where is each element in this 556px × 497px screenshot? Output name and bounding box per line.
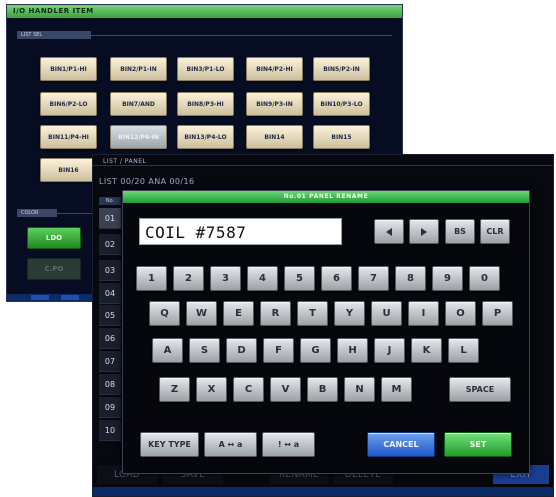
key-a[interactable]: A <box>152 338 183 363</box>
name-entry-field[interactable]: COIL #7587 <box>139 218 342 245</box>
key-w[interactable]: W <box>186 301 217 326</box>
no-column-header: No. <box>99 197 121 205</box>
key-5[interactable]: 5 <box>284 266 315 291</box>
key-h[interactable]: H <box>337 338 368 363</box>
key-d[interactable]: D <box>226 338 257 363</box>
list-row-number[interactable]: 09 <box>99 397 121 418</box>
key-7[interactable]: 7 <box>358 266 389 291</box>
color-label: COLOR <box>17 209 57 217</box>
key-8[interactable]: 8 <box>395 266 426 291</box>
key-k[interactable]: K <box>411 338 442 363</box>
key-u[interactable]: U <box>371 301 402 326</box>
key-4[interactable]: 4 <box>247 266 278 291</box>
list-row-number[interactable]: 01 <box>99 208 121 229</box>
bin14-button[interactable]: BIN14 <box>246 125 303 149</box>
arrow-left-icon <box>386 227 392 236</box>
key-p[interactable]: P <box>482 301 513 326</box>
bin10-button[interactable]: BIN10/P3-LO <box>313 92 370 116</box>
list-row-number[interactable]: 07 <box>99 351 121 372</box>
bin3-button[interactable]: BIN3/P1-LO <box>177 57 234 81</box>
cursor-left-key[interactable] <box>374 219 404 244</box>
key-i[interactable]: I <box>408 301 439 326</box>
bin13-button[interactable]: BIN13/P4-LO <box>177 125 234 149</box>
key-s[interactable]: S <box>189 338 220 363</box>
list-row-number[interactable]: 03 <box>99 260 121 281</box>
key-r[interactable]: R <box>260 301 291 326</box>
list-panel-title: LIST / PANEL <box>103 158 147 165</box>
key-0[interactable]: 0 <box>469 266 500 291</box>
ldo-button[interactable]: LDO <box>27 227 81 249</box>
key-2[interactable]: 2 <box>173 266 204 291</box>
key-6[interactable]: 6 <box>321 266 352 291</box>
bin16-button[interactable]: BIN16 <box>40 158 97 182</box>
key-v[interactable]: V <box>270 377 301 402</box>
case-toggle-button[interactable]: A ↔ a <box>204 432 257 457</box>
bin8-button[interactable]: BIN8/P3-HI <box>177 92 234 116</box>
bin1-button[interactable]: BIN1/P1-HI <box>40 57 97 81</box>
list-header: LIST 00/20 ANA 00/16 <box>99 177 195 186</box>
key-c[interactable]: C <box>233 377 264 402</box>
cursor-right-key[interactable] <box>409 219 439 244</box>
set-button[interactable]: SET <box>444 432 512 457</box>
bin12-button[interactable]: BIN12/P4-IN <box>110 125 167 149</box>
bin7-button[interactable]: BIN7/AND <box>110 92 167 116</box>
arrow-right-icon <box>421 227 427 236</box>
divider <box>93 165 553 166</box>
key-m[interactable]: M <box>381 377 412 402</box>
key-q[interactable]: Q <box>149 301 180 326</box>
rename-keyboard-dialog: No.01 PANEL RENAME COIL #7587 BS CLR 1 2… <box>122 190 530 474</box>
cpo-button[interactable]: C.PO <box>27 258 81 280</box>
dialog-title: No.01 PANEL RENAME <box>123 191 529 203</box>
key-g[interactable]: G <box>300 338 331 363</box>
key-j[interactable]: J <box>374 338 405 363</box>
key-3[interactable]: 3 <box>210 266 241 291</box>
bin11-button[interactable]: BIN11/P4-HI <box>40 125 97 149</box>
list-row-number[interactable]: 08 <box>99 374 121 395</box>
bin6-button[interactable]: BIN6/P2-LO <box>40 92 97 116</box>
bin2-button[interactable]: BIN2/P1-IN <box>110 57 167 81</box>
key-e[interactable]: E <box>223 301 254 326</box>
key-b[interactable]: B <box>307 377 338 402</box>
key-y[interactable]: Y <box>334 301 365 326</box>
backspace-key[interactable]: BS <box>445 219 475 244</box>
key-f[interactable]: F <box>263 338 294 363</box>
bin15-button[interactable]: BIN15 <box>313 125 370 149</box>
key-l[interactable]: L <box>448 338 479 363</box>
key-9[interactable]: 9 <box>432 266 463 291</box>
key-t[interactable]: T <box>297 301 328 326</box>
key-z[interactable]: Z <box>159 377 190 402</box>
space-key[interactable]: SPACE <box>449 377 511 402</box>
symbol-toggle-button[interactable]: ! ↔ a <box>262 432 315 457</box>
list-row-number[interactable]: 10 <box>99 420 121 441</box>
list-row-number[interactable]: 05 <box>99 305 121 326</box>
bin5-button[interactable]: BIN5/P2-IN <box>313 57 370 81</box>
list-row-number[interactable]: 02 <box>99 234 121 255</box>
key-o[interactable]: O <box>445 301 476 326</box>
bin4-button[interactable]: BIN4/P2-HI <box>246 57 303 81</box>
key-x[interactable]: X <box>196 377 227 402</box>
list-footer-bar <box>93 487 553 496</box>
list-row-number[interactable]: 04 <box>99 283 121 304</box>
io-handler-title: I/O HANDLER ITEM <box>7 5 402 18</box>
key-n[interactable]: N <box>344 377 375 402</box>
clear-key[interactable]: CLR <box>480 219 510 244</box>
bin9-button[interactable]: BIN9/P3-IN <box>246 92 303 116</box>
list-row-number[interactable]: 06 <box>99 328 121 349</box>
cancel-button[interactable]: CANCEL <box>367 432 435 457</box>
key-1[interactable]: 1 <box>136 266 167 291</box>
divider <box>87 35 392 36</box>
key-type-button[interactable]: KEY TYPE <box>140 432 199 457</box>
list-sel-label: LIST SEL <box>17 31 91 39</box>
